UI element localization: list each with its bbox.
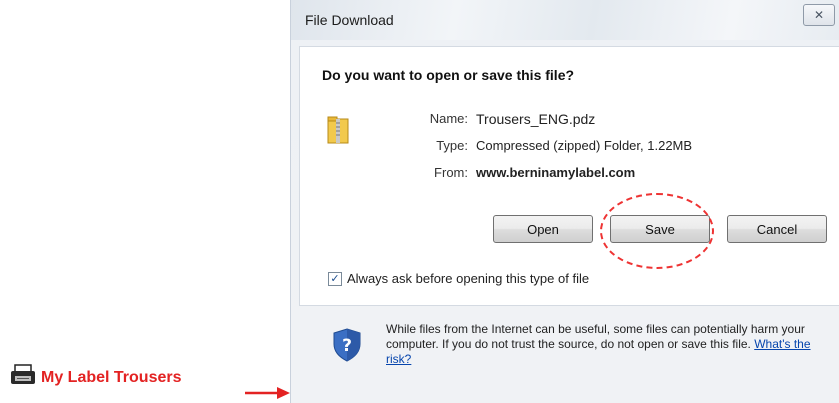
always-ask-option[interactable]: ✓ Always ask before opening this type of…	[328, 271, 589, 286]
save-highlight	[600, 193, 714, 269]
file-name: Trousers_ENG.pdz	[476, 111, 596, 127]
open-button[interactable]: Open	[493, 215, 593, 243]
dialog-question: Do you want to open or save this file?	[322, 67, 575, 83]
cancel-button[interactable]: Cancel	[727, 215, 827, 243]
arrow-right-icon	[245, 387, 290, 399]
my-label-trousers-item[interactable]: My Label Trousers	[10, 364, 182, 391]
type-label: Type:	[436, 138, 468, 153]
close-button[interactable]: ✕	[803, 4, 835, 26]
name-label: Name:	[429, 111, 468, 126]
my-label-trousers-label: My Label Trousers	[41, 368, 182, 386]
svg-text:?: ?	[342, 336, 352, 356]
always-ask-checkbox[interactable]: ✓	[328, 271, 342, 286]
always-ask-label: Always ask before opening this type of f…	[347, 271, 590, 286]
dialog-content: Do you want to open or save this file? N…	[299, 46, 839, 306]
file-source: www.berninamylabel.com	[476, 165, 636, 180]
from-label: From:	[434, 165, 468, 180]
security-warning: While files from the Internet can be use…	[386, 322, 826, 367]
folder-zip-icon	[327, 116, 349, 144]
warning-text: While files from the Internet can be use…	[386, 322, 805, 351]
printer-icon	[10, 364, 36, 391]
shield-question-icon: ?	[333, 328, 361, 362]
file-type: Compressed (zipped) Folder, 1.22MB	[476, 138, 693, 153]
file-download-dialog: File Download ✕ Do you want to open or s…	[290, 0, 839, 403]
close-icon: ✕	[813, 8, 825, 22]
dialog-title: File Download	[305, 12, 394, 28]
